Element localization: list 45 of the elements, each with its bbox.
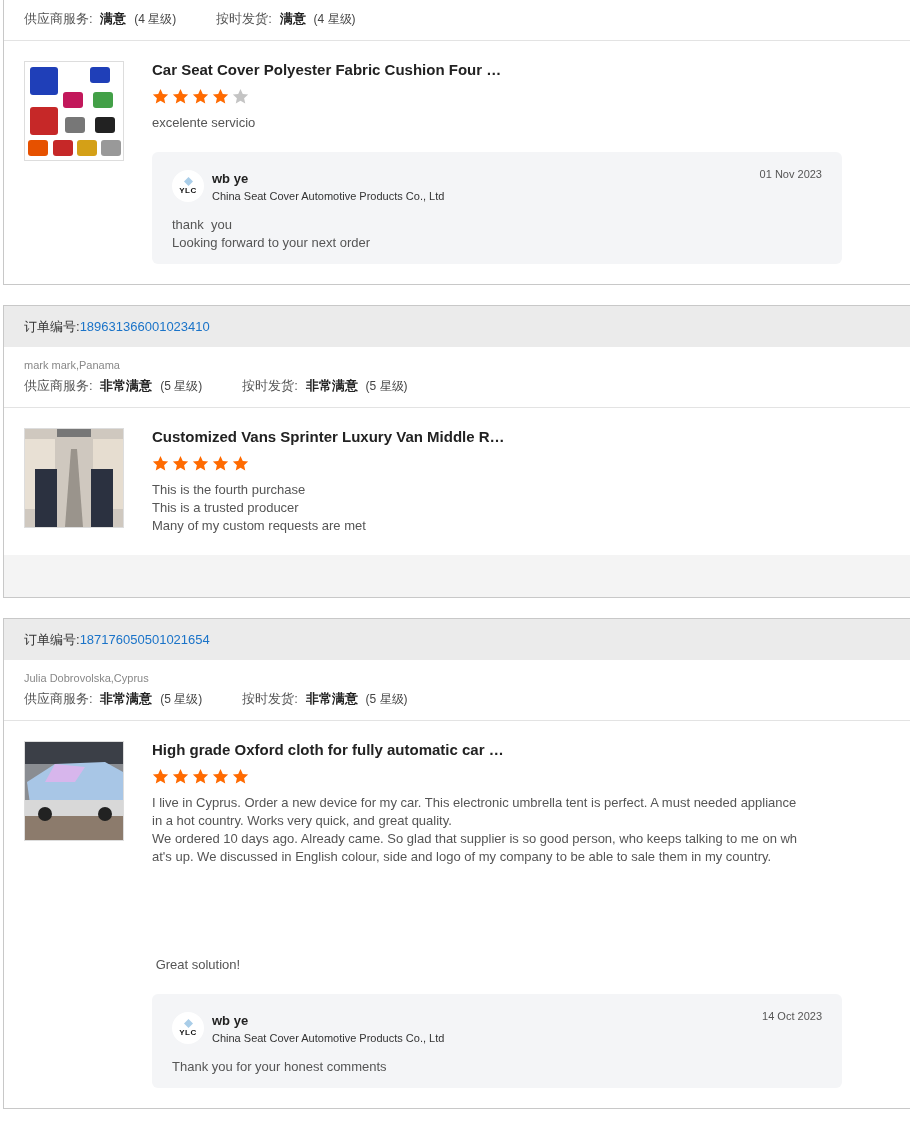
- star-icon: [232, 455, 249, 472]
- company-name: China Seat Cover Automotive Products Co., Ltd: [212, 189, 446, 202]
- order-number-link[interactable]: 187176050501021654: [79, 632, 210, 647]
- reply-text: Thank you for your honest comments: [172, 1058, 388, 1076]
- review-text: This is the fourth purchase This is a trusted producer Many of my custom requests are met: [152, 481, 367, 535]
- rating-text: 按时发货: 非常满意 (5 星级): [242, 377, 408, 395]
- buyer-name: mark mark,Panama: [24, 359, 121, 371]
- order-label: 订单编号:: [24, 317, 80, 336]
- star-icon: [192, 768, 209, 785]
- product-title[interactable]: Customized Vans Sprinter Luxury Van Middle R…: [152, 428, 842, 445]
- rating-text: 按时发货: 非常满意 (5 星级): [242, 690, 408, 708]
- star-icon: [192, 88, 209, 105]
- star-icon: [152, 455, 169, 472]
- rating-text: 供应商服务: 满意 (4 星级): [24, 10, 177, 28]
- rating-text: 供应商服务: 非常满意 (5 星级): [24, 377, 203, 395]
- star-icon: [152, 768, 169, 785]
- order-number-link[interactable]: 189631366001023410: [79, 319, 210, 334]
- diamond-icon: [183, 1019, 193, 1028]
- review-text: I live in Cyprus. Order a new device for my car. This electronic umbrella tent is perfect. A must needed appliance in a hot country. Works very quick, and great quality. We ordered 10 days ago. Already came. So glad that supplier is so good person, who keeps talking to me on what's up. We discussed in English colour, side and logo of my company to be able to sale them in my country. Great solution!: [152, 794, 799, 974]
- order-label: 订单编号:: [24, 630, 80, 649]
- star-icon: [212, 455, 229, 472]
- star-icon: [172, 455, 189, 472]
- product-title[interactable]: High grade Oxford cloth for fully automatic car …: [152, 741, 842, 758]
- product-title[interactable]: Car Seat Cover Polyester Fabric Cushion Four …: [152, 61, 842, 78]
- seller-name: wb ye: [212, 1012, 250, 1028]
- diamond-icon: [183, 177, 193, 186]
- reply-text: thank you Looking forward to your next order: [172, 216, 371, 252]
- star-icon: [232, 88, 249, 105]
- seller-avatar: YLC: [172, 170, 204, 202]
- seller-avatar: YLC: [172, 1012, 204, 1044]
- review-text: excelente servicio: [152, 114, 257, 132]
- rating-text: 供应商服务: 非常满意 (5 星级): [24, 690, 203, 708]
- star-icon: [212, 768, 229, 785]
- star-icon: [172, 88, 189, 105]
- star-icon: [152, 88, 169, 105]
- star-icon: [232, 768, 249, 785]
- star-icon: [212, 88, 229, 105]
- star-icon: [172, 768, 189, 785]
- reply-date: 14 Oct 2023: [762, 1010, 822, 1022]
- company-name: China Seat Cover Automotive Products Co., Ltd: [212, 1031, 446, 1044]
- reply-date: 01 Nov 2023: [759, 168, 822, 180]
- seller-name: wb ye: [212, 170, 250, 186]
- star-icon: [192, 455, 209, 472]
- buyer-name: Julia Dobrovolska,Cyprus: [24, 672, 150, 684]
- rating-text: 按时发货: 满意 (4 星级): [216, 10, 356, 28]
